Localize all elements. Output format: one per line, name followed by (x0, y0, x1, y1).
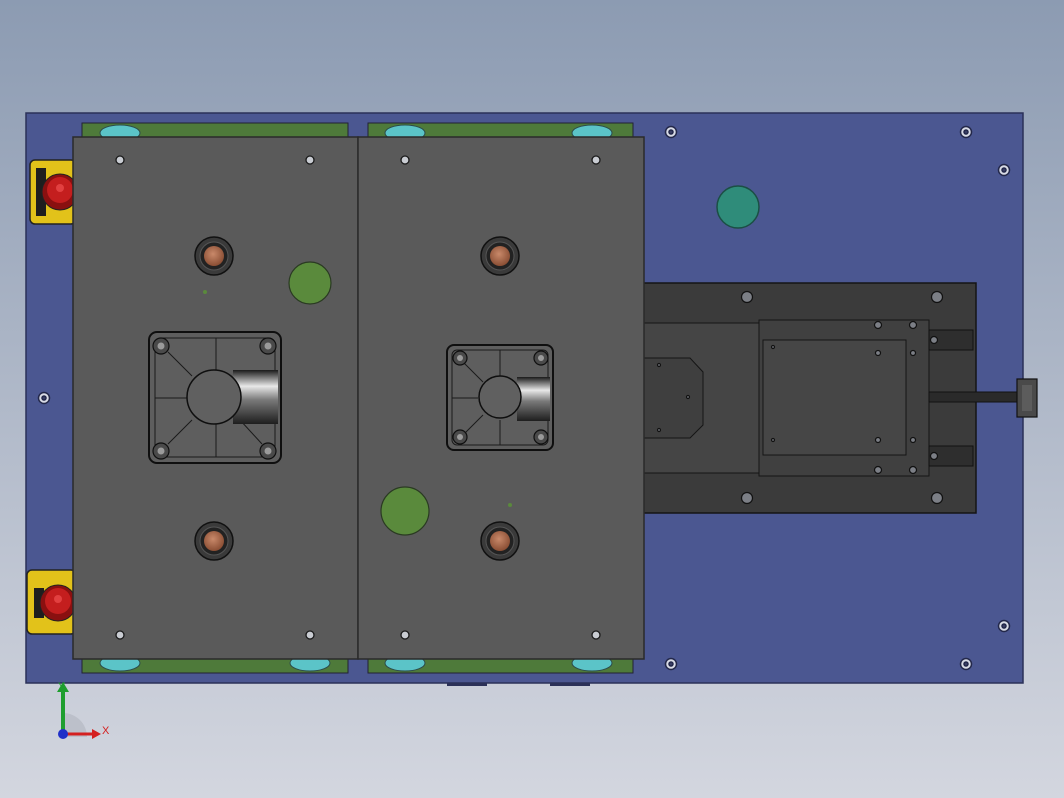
emergency-stop-top[interactable] (29, 159, 79, 225)
z-axis-dot (58, 729, 68, 739)
cylinder-mount-left (148, 331, 282, 464)
green-pad-left (288, 261, 332, 305)
y-axis-label: Y (58, 681, 66, 693)
x-axis-label: X (102, 725, 110, 737)
cad-viewport[interactable]: X Y (0, 0, 1064, 798)
emergency-stop-bottom[interactable] (26, 569, 77, 635)
teal-indicator-button[interactable] (716, 185, 760, 229)
pin-hole (203, 290, 207, 294)
guide-bushing (480, 521, 520, 561)
green-pad-right (380, 486, 430, 536)
pin-hole (508, 503, 512, 507)
cad-model-canvas[interactable]: X Y (0, 0, 1064, 798)
guide-bushing (194, 236, 234, 276)
guide-bushing (194, 521, 234, 561)
guide-bushing (480, 236, 520, 276)
cylinder-mount-right (446, 344, 554, 451)
